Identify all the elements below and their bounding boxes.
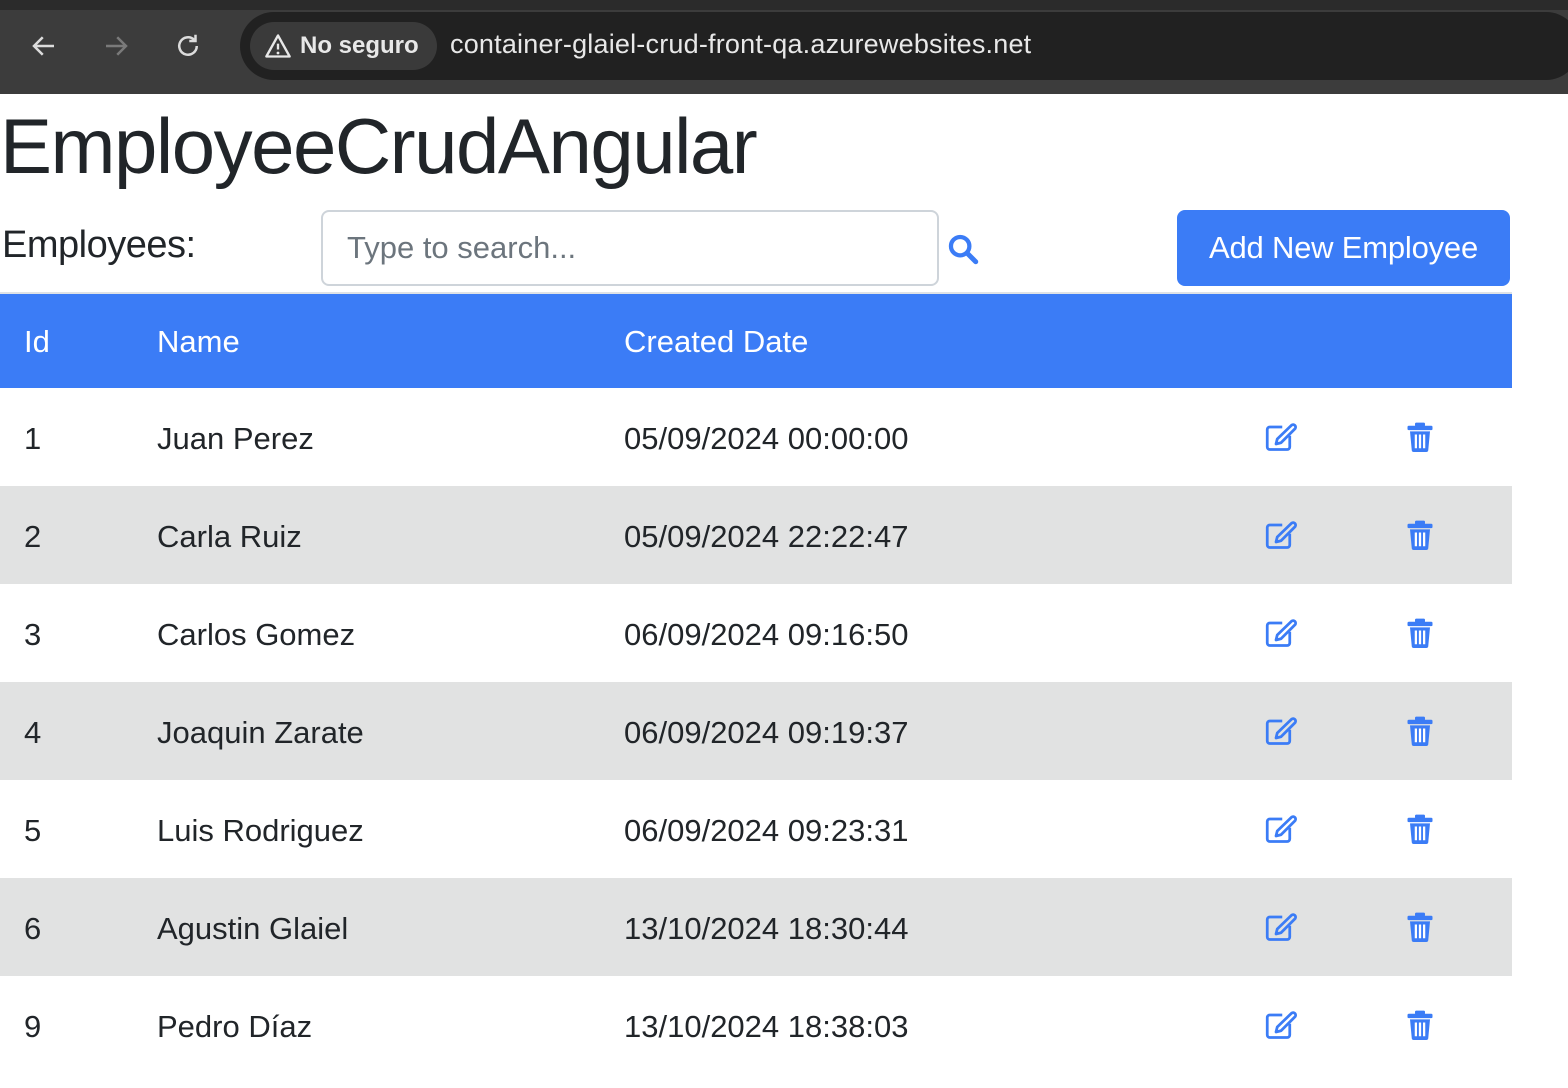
cell-id: 3 [24, 617, 42, 652]
edit-icon[interactable] [1264, 716, 1298, 746]
search-icon[interactable] [946, 232, 980, 266]
trash-icon[interactable] [1406, 520, 1434, 550]
cell-id: 1 [24, 421, 42, 456]
trash-icon[interactable] [1406, 912, 1434, 942]
edit-icon[interactable] [1264, 1010, 1298, 1040]
edit-icon[interactable] [1264, 912, 1298, 942]
trash-icon[interactable] [1406, 618, 1434, 648]
trash-icon[interactable] [1406, 422, 1434, 452]
add-employee-button[interactable]: Add New Employee [1177, 210, 1510, 286]
cell-name: Luis Rodriguez [157, 813, 364, 848]
reload-icon [178, 34, 198, 56]
warning-icon [265, 34, 291, 58]
arrow-right-icon [106, 36, 128, 56]
page-title: EmployeeCrudAngular [0, 102, 758, 190]
employees-label: Employees: [2, 224, 196, 266]
header-name: Name [157, 324, 240, 359]
header-id: Id [24, 324, 50, 359]
trash-icon[interactable] [1406, 1010, 1434, 1040]
cell-id: 5 [24, 813, 42, 848]
edit-icon[interactable] [1264, 520, 1298, 550]
table-row: 4 Joaquin Zarate 06/09/2024 09:19:37 [0, 682, 1512, 780]
address-bar[interactable]: No seguro container-glaiel-crud-front-qa… [240, 12, 1568, 80]
edit-icon[interactable] [1264, 618, 1298, 648]
edit-icon[interactable] [1264, 814, 1298, 844]
trash-icon[interactable] [1406, 814, 1434, 844]
security-label: No seguro [300, 32, 419, 59]
cell-id: 4 [24, 715, 42, 750]
table-row: 9 Pedro Díaz 13/10/2024 18:38:03 [0, 976, 1512, 1074]
cell-name: Pedro Díaz [157, 1009, 313, 1044]
reload-button[interactable] [168, 26, 208, 66]
table-row: 5 Luis Rodriguez 06/09/2024 09:23:31 [0, 780, 1512, 878]
cell-created-date: 13/10/2024 18:30:44 [624, 911, 909, 946]
cell-name: Juan Perez [157, 421, 314, 456]
table-row: 3 Carlos Gomez 06/09/2024 09:16:50 [0, 584, 1512, 682]
cell-id: 9 [24, 1009, 42, 1044]
cell-created-date: 06/09/2024 09:23:31 [624, 813, 909, 848]
security-chip[interactable]: No seguro [250, 22, 437, 70]
cell-created-date: 06/09/2024 09:16:50 [624, 617, 909, 652]
back-button[interactable] [24, 26, 64, 66]
table-header: Id Name Created Date [0, 292, 1512, 388]
cell-name: Carla Ruiz [157, 519, 302, 554]
trash-icon[interactable] [1406, 716, 1434, 746]
browser-toolbar: No seguro container-glaiel-crud-front-qa… [0, 0, 1568, 94]
arrow-left-icon [32, 36, 54, 56]
edit-icon[interactable] [1264, 422, 1298, 452]
cell-name: Joaquin Zarate [157, 715, 364, 750]
cell-id: 2 [24, 519, 42, 554]
cell-created-date: 05/09/2024 22:22:47 [624, 519, 909, 554]
cell-name: Agustin Glaiel [157, 911, 349, 946]
table-row: 6 Agustin Glaiel 13/10/2024 18:30:44 [0, 878, 1512, 976]
url-text[interactable]: container-glaiel-crud-front-qa.azurewebs… [450, 29, 1031, 60]
search-input[interactable] [321, 210, 939, 286]
table-row: 2 Carla Ruiz 05/09/2024 22:22:47 [0, 486, 1512, 584]
tab-strip [0, 0, 1568, 10]
cell-created-date: 13/10/2024 18:38:03 [624, 1009, 909, 1044]
cell-created-date: 06/09/2024 09:19:37 [624, 715, 909, 750]
cell-name: Carlos Gomez [157, 617, 356, 652]
forward-button[interactable] [96, 26, 136, 66]
table-row: 1 Juan Perez 05/09/2024 00:00:00 [0, 388, 1512, 486]
cell-id: 6 [24, 911, 42, 946]
cell-created-date: 05/09/2024 00:00:00 [624, 421, 909, 456]
header-created-date: Created Date [624, 324, 809, 359]
